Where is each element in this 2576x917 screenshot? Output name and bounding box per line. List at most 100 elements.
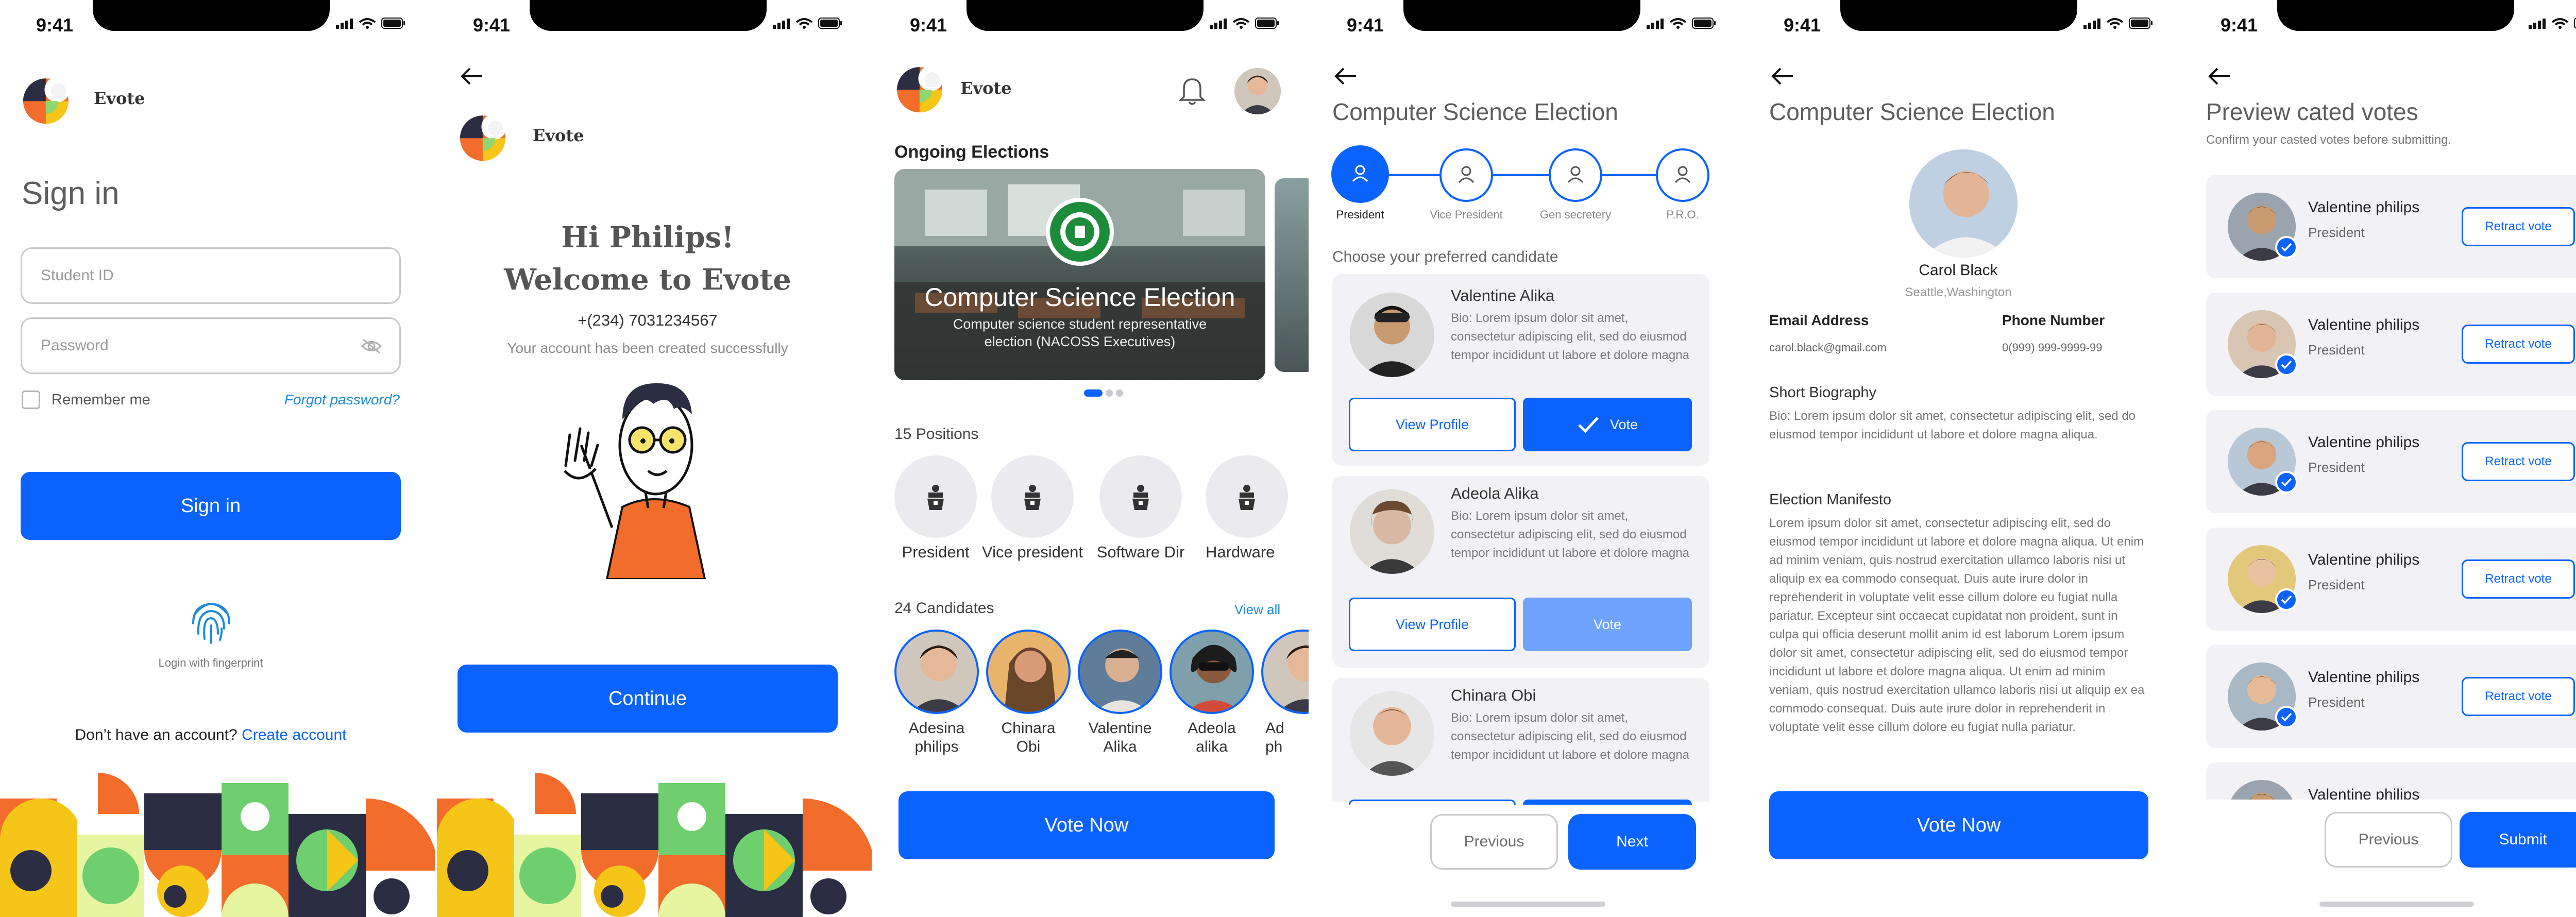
welcome-phone: +(234) 7031234567 [578, 311, 718, 329]
retract-vote-button[interactable]: Retract vote [2462, 325, 2575, 364]
previous-button[interactable]: Previous [2325, 812, 2452, 868]
preview-votes-screen: 9:41 Preview cated votes Confirm your ca… [2184, 0, 2576, 917]
remember-checkbox[interactable] [22, 390, 40, 409]
no-account-text: Don’t have an account? [75, 726, 238, 743]
fingerprint-icon[interactable] [183, 592, 240, 649]
wifi-icon [2551, 18, 2569, 29]
back-arrow-icon[interactable] [2207, 66, 2232, 87]
next-button[interactable]: Next [1568, 814, 1696, 870]
retract-vote-button[interactable]: Retract vote [2462, 207, 2575, 246]
candidates-count: 24 Candidates [894, 600, 994, 617]
candidate-name: Adesina philips [890, 719, 983, 756]
back-arrow-icon[interactable] [1333, 66, 1358, 87]
home-indicator [1451, 902, 1605, 907]
status-bar: 9:41 [2184, 0, 2576, 52]
welcome-message: Your account has been created successful… [507, 340, 788, 356]
submit-button[interactable]: Submit [2460, 812, 2576, 868]
candidate-avatar[interactable] [1170, 630, 1254, 714]
vote-now-button[interactable]: Vote Now [1769, 791, 2148, 859]
view-profile-button[interactable]: View Profile [1349, 398, 1516, 451]
step-gen-secretary[interactable] [1549, 148, 1602, 202]
carousel-dot-active[interactable] [1084, 389, 1103, 397]
verified-check-icon [2275, 588, 2298, 611]
position-item[interactable]: Software Dir [1089, 455, 1192, 562]
vote-now-button[interactable]: Vote Now [899, 791, 1275, 859]
create-account-link[interactable]: Create account [242, 726, 346, 743]
brand-name: Evote [94, 89, 145, 108]
candidate-avatar[interactable] [1261, 630, 1309, 714]
signal-icon [1647, 19, 1664, 29]
previous-button[interactable]: Previous [1430, 814, 1558, 870]
preview-subtitle: Confirm your casted votes before submitt… [2206, 133, 2452, 147]
candidate-first: Adesina [908, 720, 965, 737]
carousel-dot[interactable] [1106, 389, 1113, 397]
manifesto-text: Lorem ipsum dolor sit amet, consectetur … [1769, 516, 2145, 734]
view-profile-button[interactable]: View Profile [1349, 598, 1516, 651]
election-banner[interactable]: Computer Science Election Computer scien… [894, 169, 1265, 380]
vote-button[interactable]: Vote [1523, 598, 1692, 651]
retract-vote-label: Retract vote [2485, 219, 2552, 233]
continue-button[interactable]: Continue [457, 665, 838, 733]
voted-list: Valentine philips President Retract vote Va… [2206, 175, 2576, 800]
battery-icon [2129, 18, 2153, 29]
position-label: Hardware [1206, 543, 1275, 561]
continue-button-label: Continue [608, 687, 687, 709]
signal-icon [2529, 19, 2546, 29]
next-banner-peek[interactable] [1275, 178, 1309, 372]
password-field[interactable]: Password [21, 317, 401, 374]
retract-vote-label: Retract vote [2485, 572, 2552, 586]
ongoing-elections-heading: Ongoing Elections [894, 142, 1049, 162]
voted-candidate-role: President [2308, 460, 2365, 475]
candidate-avatar[interactable] [894, 630, 979, 714]
forgot-password-link[interactable]: Forgot password? [284, 392, 400, 408]
candidate-card: Valentine Alika Bio: Lorem ipsum dolor s… [1332, 274, 1709, 466]
step-label: Gen secretery [1539, 208, 1612, 221]
signin-button[interactable]: Sign in [21, 472, 401, 540]
retract-vote-button[interactable]: Retract vote [2462, 677, 2575, 716]
status-bar: 9:41 [1311, 0, 1745, 52]
step-vice-president[interactable] [1439, 148, 1493, 202]
bell-icon[interactable] [1179, 75, 1206, 106]
retract-vote-label: Retract vote [2485, 689, 2552, 703]
retract-vote-button[interactable]: Retract vote [2462, 559, 2575, 599]
candidate-last: philips [914, 738, 959, 755]
position-item[interactable]: President [894, 455, 977, 562]
voted-candidate-card: Valentine philips [2206, 762, 2576, 800]
user-avatar[interactable] [1234, 68, 1281, 114]
candidate-last: ph [1265, 738, 1283, 755]
wifi-icon [359, 18, 376, 29]
position-item[interactable]: Vice president [981, 455, 1084, 562]
position-item[interactable]: Hardware [1206, 455, 1309, 562]
back-arrow-icon[interactable] [460, 66, 484, 87]
step-president[interactable] [1331, 145, 1389, 203]
candidate-card: Chinara Obi Bio: Lorem ipsum dolor sit a… [1332, 678, 1709, 805]
carousel-dot[interactable] [1116, 389, 1123, 397]
candidate-avatar[interactable] [986, 630, 1071, 714]
candidate-last: alika [1196, 738, 1228, 755]
position-circle [991, 455, 1074, 538]
back-arrow-icon[interactable] [1770, 66, 1795, 87]
student-id-field[interactable]: Student ID [21, 247, 401, 304]
retract-vote-button[interactable]: Retract vote [2462, 442, 2575, 481]
user-icon [1674, 166, 1691, 183]
view-profile-label: View Profile [1395, 616, 1469, 632]
wifi-icon [2106, 18, 2124, 29]
voted-candidate-card: Valentine philips President Retract vote [2206, 645, 2576, 748]
voted-candidate-name: Valentine philips [2308, 199, 2420, 216]
candidate-name: Valentine Alika [1074, 719, 1166, 756]
voted-candidate-name: Valentine philips [2308, 316, 2420, 333]
view-profile-button[interactable] [1349, 800, 1516, 805]
candidate-avatar[interactable] [1078, 630, 1162, 714]
vote-button[interactable] [1523, 800, 1692, 805]
profile-name: Carol Black [1919, 262, 1998, 279]
eye-off-icon[interactable] [361, 338, 382, 354]
email-label: Email Address [1769, 312, 1869, 328]
candidate-bio: Bio: Lorem ipsum dolor sit amet, consect… [1451, 311, 1689, 362]
vote-button-selected[interactable]: Vote [1523, 398, 1692, 451]
bio-text: Bio: Lorem ipsum dolor sit amet, consect… [1769, 409, 2136, 441]
status-icons [2529, 18, 2576, 29]
welcome-line2: Welcome to Evote [504, 263, 791, 297]
podium-icon [1239, 485, 1255, 510]
step-pro[interactable] [1656, 148, 1709, 202]
view-all-link[interactable]: View all [1234, 602, 1280, 618]
